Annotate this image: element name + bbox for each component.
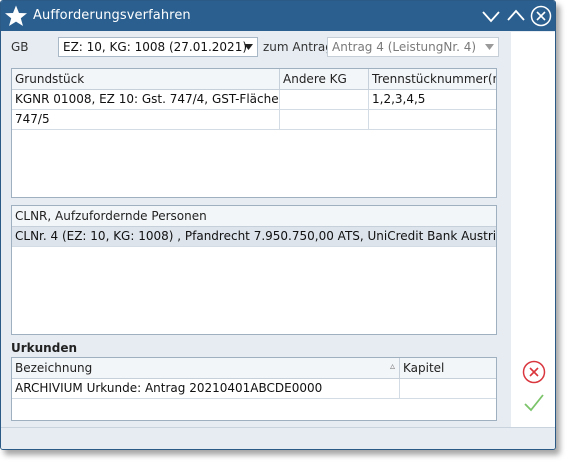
antrag-label: zum Antrag xyxy=(263,40,333,54)
window-title: Aufforderungsverfahren xyxy=(33,8,191,23)
column-header-grundstueck[interactable]: Grundstück xyxy=(12,69,280,90)
antrag-select-value: Antrag 4 (LeistungNr. 4) xyxy=(332,40,477,54)
antrag-select[interactable]: Antrag 4 (LeistungNr. 4) xyxy=(327,37,499,57)
table-cell[interactable] xyxy=(369,110,496,130)
status-bar xyxy=(1,427,555,449)
maximize-icon[interactable] xyxy=(505,5,527,27)
close-icon[interactable] xyxy=(530,5,552,27)
gb-select[interactable]: EZ: 10, KG: 1008 (27.01.2021) xyxy=(58,37,258,57)
table-cell[interactable]: 747/5 xyxy=(12,110,280,130)
grundstueck-table[interactable]: Grundstück Andere KG Trennstücknummer(n)… xyxy=(11,68,497,198)
sort-icon: ▵ xyxy=(389,361,395,372)
check-icon[interactable] xyxy=(522,391,546,415)
title-bar[interactable]: Aufforderungsverfahren xyxy=(1,1,555,31)
personen-table[interactable]: CLNR, Aufzufordernde Personen CLNr. 4 (E… xyxy=(11,205,497,335)
table-cell[interactable]: 1,2,3,4,5 xyxy=(369,90,496,110)
column-header-kapitel[interactable]: Kapitel xyxy=(400,358,496,379)
urkunden-section-label: Urkunden xyxy=(11,341,77,355)
cancel-icon[interactable] xyxy=(522,360,546,384)
action-panel xyxy=(511,32,555,427)
table-cell[interactable] xyxy=(280,90,369,110)
column-header-bezeichnung[interactable]: Bezeichnung ▵ xyxy=(12,358,400,379)
chevron-down-icon xyxy=(485,44,494,50)
column-header-bezeichnung-label: Bezeichnung xyxy=(15,361,93,375)
gb-select-value: EZ: 10, KG: 1008 (27.01.2021) xyxy=(63,40,248,54)
column-header-personen[interactable]: CLNR, Aufzufordernde Personen xyxy=(12,206,496,227)
column-header-andere-kg[interactable]: Andere KG xyxy=(280,69,369,90)
chevron-down-icon xyxy=(244,44,253,50)
table-cell[interactable] xyxy=(400,379,496,399)
urkunden-table[interactable]: Bezeichnung ▵ Kapitel ARCHIVIUM Urkunde:… xyxy=(11,357,497,421)
column-header-trennstuecknummern[interactable]: Trennstücknummer(n) xyxy=(369,69,496,90)
dialog-window: Aufforderungsverfahren GB EZ: 10, KG: 10… xyxy=(0,0,556,450)
gb-label: GB xyxy=(11,40,29,54)
table-cell[interactable]: ARCHIVIUM Urkunde: Antrag 20210401ABCDE0… xyxy=(12,379,400,399)
minimize-icon[interactable] xyxy=(480,5,502,27)
table-cell[interactable] xyxy=(280,110,369,130)
table-row[interactable]: CLNr. 4 (EZ: 10, KG: 1008) , Pfandrecht … xyxy=(12,227,496,247)
star-icon xyxy=(5,5,27,26)
table-cell[interactable]: KGNR 01008, EZ 10: Gst. 747/4, GST-Fläch… xyxy=(12,90,280,110)
